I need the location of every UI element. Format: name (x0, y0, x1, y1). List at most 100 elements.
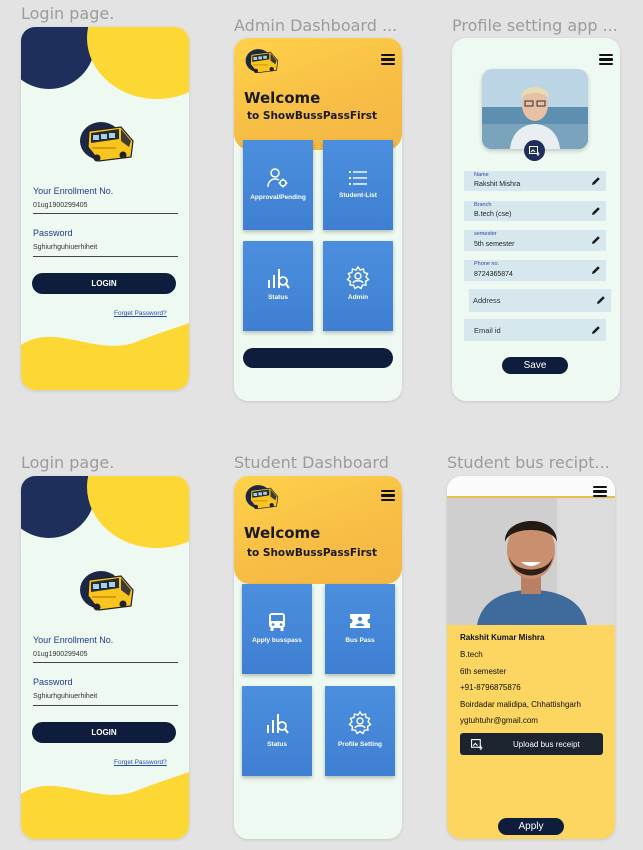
field-label: Phone no. (474, 261, 500, 267)
bus-receipt-screen: Rakshit Kumar Mishra B.tech 6th semester… (447, 476, 615, 839)
bus-logo-icon (79, 117, 135, 163)
address-placeholder: Address (473, 296, 501, 305)
user-gear-icon (267, 168, 288, 188)
edit-icon[interactable] (591, 176, 601, 186)
student-email: ygtuhtuhr@gmail.com (460, 716, 538, 725)
receipt-topbar (447, 476, 615, 496)
admin-gear-icon (346, 265, 370, 290)
forgot-password-link[interactable]: Forget Password? (114, 310, 167, 317)
tile-student-list[interactable]: Student-List (323, 140, 393, 230)
frame-title-login: Login page. (21, 453, 115, 472)
address-field[interactable]: Address (469, 289, 611, 312)
chart-search-icon (268, 269, 290, 289)
student-photo (447, 498, 615, 625)
frame-title-admin: Admin Dashboard ... (234, 16, 398, 35)
tile-approval-pending[interactable]: Approval/Pending (243, 140, 313, 230)
login-button[interactable]: LOGIN (32, 722, 176, 743)
frame-title-student: Student Dashboard (234, 453, 389, 472)
tile-label: Status (268, 294, 288, 301)
student-name: Rakshit Kumar Mishra (460, 633, 545, 642)
frame-title-login: Login page. (21, 4, 115, 23)
bus-logo-icon (245, 482, 279, 510)
edit-icon[interactable] (591, 265, 601, 275)
welcome-title: Welcome (244, 89, 321, 107)
tile-profile-setting[interactable]: Profile Setting (325, 686, 395, 776)
bus-icon (269, 613, 285, 631)
ticket-icon (350, 614, 370, 628)
forgot-password-link[interactable]: Forget Password? (114, 759, 167, 766)
phone-field[interactable]: Phone no. 8724365874 (464, 260, 606, 281)
email-field[interactable]: Email id (464, 319, 606, 341)
chart-search-icon (267, 714, 289, 734)
yellow-wave (21, 772, 189, 839)
student-phone: +91-8796875876 (460, 683, 521, 692)
list-icon (349, 171, 367, 185)
field-label: Branch (474, 202, 492, 208)
menu-icon[interactable] (599, 54, 613, 67)
menu-icon[interactable] (381, 490, 395, 503)
edit-icon[interactable] (591, 235, 601, 245)
password-input[interactable]: Sghiurhguhiuerhiheit (33, 244, 97, 251)
email-placeholder: Email id (474, 326, 501, 335)
menu-icon[interactable] (593, 486, 607, 499)
password-underline (33, 705, 178, 706)
image-upload-icon (529, 145, 540, 156)
upload-receipt-label: Upload bus receipt (513, 739, 580, 749)
field-value: 5th semester (474, 241, 515, 248)
apply-button[interactable]: Apply (498, 818, 564, 835)
password-input[interactable]: Sghiurhguhiuerhiheit (33, 693, 97, 700)
menu-icon[interactable] (381, 54, 395, 67)
field-label: Name (474, 172, 489, 178)
edit-icon[interactable] (591, 206, 601, 216)
admin-action-button[interactable] (243, 348, 393, 368)
yellow-wave (21, 323, 189, 390)
password-underline (33, 256, 178, 257)
edit-icon[interactable] (591, 325, 601, 335)
admin-dashboard: Welcome to ShowBussPassFirst Approval/Pe… (234, 38, 402, 401)
tile-label: Bus Pass (345, 637, 375, 644)
image-upload-icon (471, 738, 483, 750)
login-screen: Your Enrollment No. 01ug1900299405 Passw… (21, 27, 189, 390)
enrollment-underline (33, 662, 178, 663)
navy-blob (21, 27, 95, 89)
profile-setting-screen: Name Rakshit Mishra Branch B.tech (cse) … (452, 38, 620, 401)
password-label: Password (33, 228, 73, 238)
login-button[interactable]: LOGIN (32, 273, 176, 294)
yellow-blob (87, 27, 189, 99)
field-value: 8724365874 (474, 271, 513, 278)
tile-apply-busspass[interactable]: Apply busspass (242, 584, 312, 674)
welcome-subtitle: to ShowBussPassFirst (247, 547, 378, 559)
field-value: Rakshit Mishra (474, 181, 521, 188)
branch-field[interactable]: Branch B.tech (cse) (464, 201, 606, 221)
tile-status[interactable]: Status (242, 686, 312, 776)
navy-blob (21, 476, 95, 538)
enrollment-label: Your Enrollment No. (33, 186, 114, 196)
student-branch: B.tech (460, 650, 483, 659)
tile-label: Approval/Pending (250, 194, 306, 201)
tile-label: Admin (347, 294, 369, 301)
semester-field[interactable]: semester 5th semester (464, 230, 606, 251)
yellow-blob (87, 476, 189, 548)
welcome-subtitle: to ShowBussPassFirst (247, 110, 378, 122)
student-address: Boirdadar malidipa, Chhattishgarh (460, 700, 581, 709)
change-photo-button[interactable] (524, 140, 545, 161)
profile-gear-icon (348, 710, 372, 735)
password-label: Password (33, 677, 73, 687)
tile-status[interactable]: Status (243, 241, 313, 331)
tile-admin[interactable]: Admin (323, 241, 393, 331)
edit-icon[interactable] (596, 295, 606, 305)
tile-label: Apply busspass (252, 637, 302, 644)
bus-logo-icon (245, 46, 279, 74)
student-dashboard: Welcome to ShowBussPassFirst Apply bussp… (234, 476, 402, 839)
enrollment-input[interactable]: 01ug1900299405 (33, 202, 88, 209)
frame-title-profile: Profile setting app ... (452, 16, 618, 35)
bus-logo-icon (79, 566, 135, 612)
student-semester: 6th semester (460, 667, 507, 676)
name-field[interactable]: Name Rakshit Mishra (464, 171, 606, 191)
upload-receipt-button[interactable]: Upload bus receipt (460, 733, 603, 755)
tile-label: Profile Setting (337, 741, 383, 748)
login-screen: Your Enrollment No. 01ug1900299405 Passw… (21, 476, 189, 839)
enrollment-input[interactable]: 01ug1900299405 (33, 651, 88, 658)
tile-bus-pass[interactable]: Bus Pass (325, 584, 395, 674)
save-button[interactable]: Save (502, 357, 568, 374)
